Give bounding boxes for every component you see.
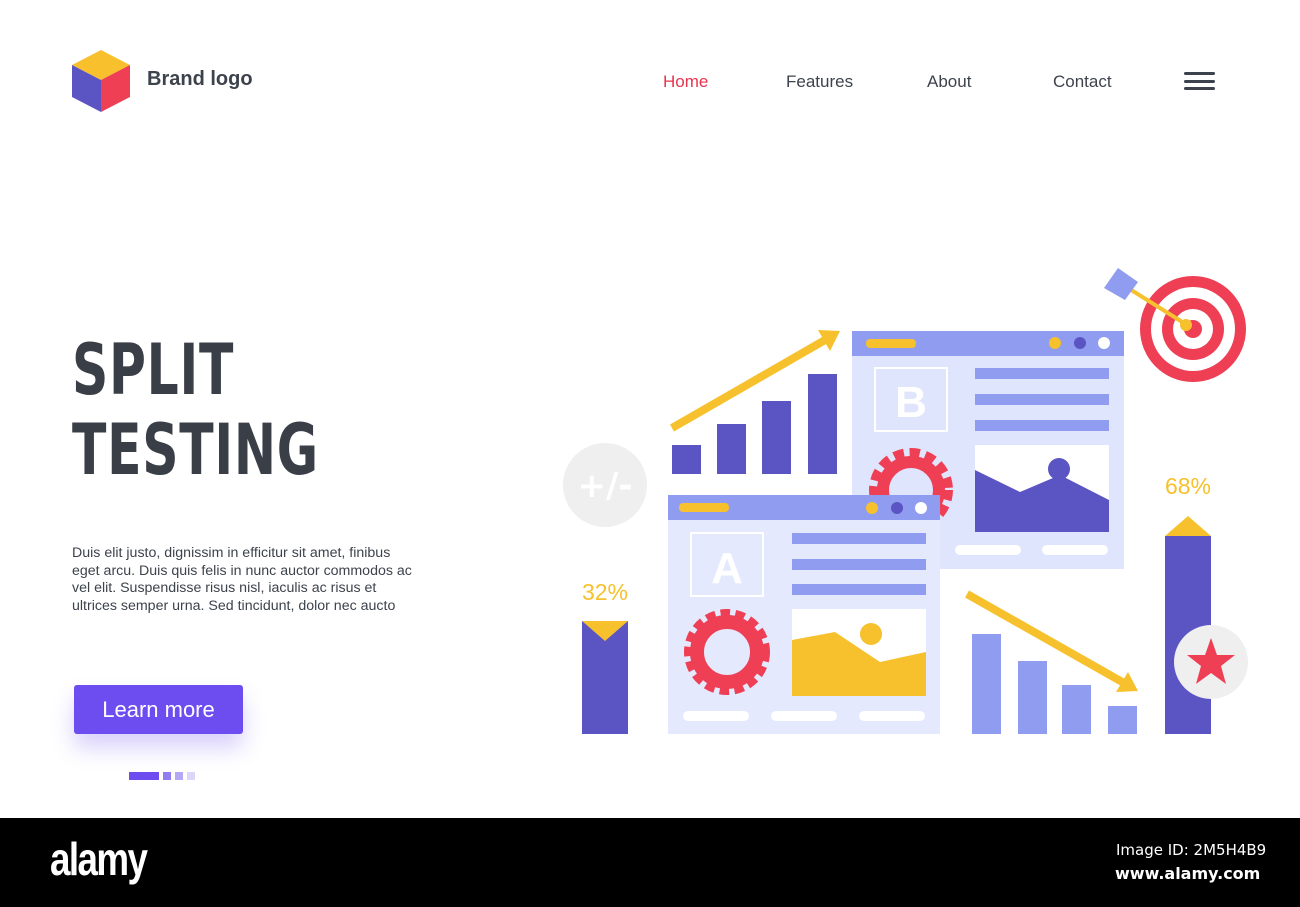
split-testing-illustration: +/- B A 32% 68%: [563, 268, 1248, 734]
svg-text:68%: 68%: [1165, 473, 1211, 499]
svg-text:+/-: +/-: [577, 466, 632, 506]
image-id: Image ID: 2M5H4B9: [1116, 841, 1267, 859]
rising-bar-chart-icon: [672, 374, 837, 474]
site-url: www.alamy.com: [1115, 864, 1261, 883]
falling-bar-chart-icon: [972, 634, 1137, 734]
watermark-footer: [0, 818, 1300, 907]
svg-text:B: B: [895, 378, 927, 427]
browser-window-a: A: [668, 495, 940, 734]
plus-minus-badge: +/-: [563, 443, 647, 527]
left-percent-bar: 32%: [582, 579, 628, 734]
svg-text:32%: 32%: [582, 579, 628, 605]
star-icon: [1174, 625, 1248, 699]
alamy-logo: alamy: [50, 833, 148, 885]
svg-text:A: A: [711, 544, 743, 593]
target-icon: [1104, 268, 1246, 382]
